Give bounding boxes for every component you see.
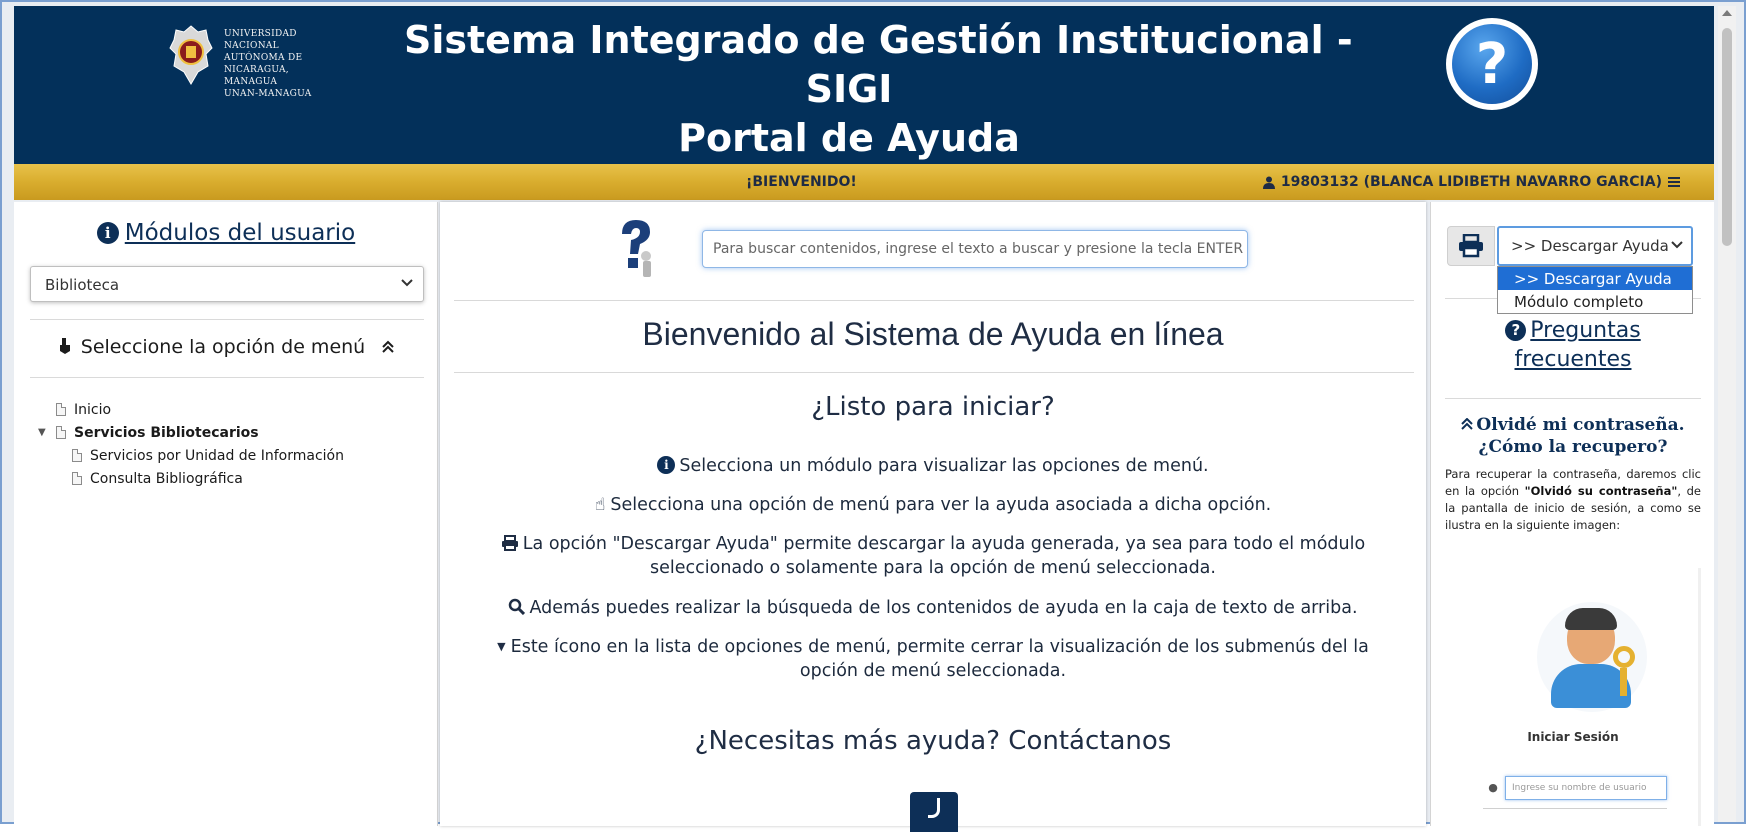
welcome-bar: ¡BIENVENIDO! 19803132 (BLANCA LIDIBETH N… — [14, 164, 1714, 200]
tree-item-label: Servicios Bibliotecarios — [74, 424, 259, 441]
instruction-item: ▼ Este ícono en la lista de opciones de m… — [470, 635, 1396, 683]
university-seal-icon — [169, 25, 213, 85]
side-panel: >> Descargar Ayuda >> Descargar Ayuda Mó… — [1430, 202, 1714, 826]
menu-heading-text: Seleccione la opción de menú — [80, 336, 366, 358]
search-input[interactable]: Para buscar contenidos, ingrese el texto… — [702, 230, 1248, 268]
welcome-heading: Bienvenido al Sistema de Ayuda en línea — [642, 316, 1224, 352]
user-menu[interactable]: 19803132 (BLANCA LIDIBETH NAVARRO GARCIA… — [1262, 174, 1680, 190]
modules-panel: i Módulos del usuario Biblioteca Seleccio… — [14, 202, 438, 826]
faq-question-title[interactable]: Olvidé mi contraseña. ¿Cómo la recupero? — [1445, 414, 1701, 458]
chevron-down-icon — [1671, 238, 1683, 250]
instruction-text: Este ícono en la lista de opciones de me… — [510, 637, 1369, 681]
title-line-1: Sistema Integrado de Gestión Institucion… — [404, 18, 1353, 62]
pointer-hand-icon: ☝ — [594, 495, 606, 515]
divider — [1445, 398, 1701, 399]
print-button[interactable] — [1447, 226, 1495, 266]
instruction-text: Además puedes realizar la búsqueda de lo… — [529, 598, 1358, 618]
divider — [30, 319, 424, 320]
login-label: Iniciar Sesión — [1527, 730, 1619, 744]
tree-item-inicio[interactable]: Inicio — [38, 398, 344, 421]
document-icon — [72, 472, 82, 485]
instruction-item: La opción "Descargar Ayuda" permite desc… — [470, 532, 1396, 580]
menu-heading: Seleccione la opción de menú — [14, 336, 438, 358]
collapse-up-icon[interactable] — [381, 340, 395, 354]
scrollbar[interactable] — [1718, 6, 1736, 822]
instruction-item: i Selecciona un módulo para visualizar la… — [470, 454, 1396, 478]
login-screenshot: Iniciar Sesión ● Ingrese su nombre de us… — [1445, 568, 1701, 826]
instruction-text: La opción "Descargar Ayuda" permite desc… — [522, 534, 1366, 578]
caret-down-icon: ▼ — [497, 640, 506, 653]
document-icon — [56, 426, 66, 439]
module-select[interactable]: Biblioteca — [30, 266, 424, 302]
info-icon: i — [96, 222, 119, 244]
chevron-down-icon — [401, 279, 413, 287]
browser-frame: UNIVERSIDAD NACIONAL AUTÓNOMA DE NICARAG… — [0, 0, 1746, 832]
faq-link[interactable]: Preguntas frecuentes — [1515, 318, 1641, 372]
divider — [454, 300, 1414, 301]
ready-heading: ¿Listo para iniciar? — [811, 392, 1055, 422]
download-select-value: >> Descargar Ayuda — [1511, 237, 1669, 255]
user-icon — [1262, 176, 1275, 189]
user-icon: ● — [1488, 781, 1498, 794]
title-line-3: Portal de Ayuda — [678, 116, 1020, 160]
modules-title: i Módulos del usuario — [14, 220, 438, 246]
pointer-hand-icon — [59, 338, 70, 354]
university-logo: UNIVERSIDAD NACIONAL AUTÓNOMA DE NICARAG… — [154, 16, 314, 99]
question-mark-icon: ? — [1452, 24, 1532, 104]
option-descargar-ayuda[interactable]: >> Descargar Ayuda — [1498, 267, 1692, 290]
divider — [454, 372, 1414, 373]
instruction-text: Selecciona una opción de menú para ver l… — [610, 495, 1272, 515]
help-content-panel: Para buscar contenidos, ingrese el texto… — [440, 202, 1426, 832]
faq-answer-bold: "Olvidó su contraseña" — [1524, 484, 1678, 498]
document-icon — [72, 449, 82, 462]
site-header: UNIVERSIDAD NACIONAL AUTÓNOMA DE NICARAG… — [14, 6, 1714, 164]
instruction-item: ☝ Selecciona una opción de menú para ver … — [470, 493, 1396, 517]
title-line-2: SIGI — [805, 67, 893, 111]
collapse-up-icon — [1461, 417, 1474, 430]
download-help-select[interactable]: >> Descargar Ayuda — [1497, 226, 1693, 266]
faq-title: ? Preguntas frecuentes — [1445, 316, 1701, 374]
tree-item-label: Servicios por Unidad de Información — [90, 447, 344, 464]
user-name: 19803132 (BLANCA LIDIBETH NAVARRO GARCIA… — [1280, 174, 1662, 190]
divider — [30, 377, 424, 378]
menu-tree: Inicio ▼ Servicios Bibliotecarios Servic… — [38, 398, 344, 490]
tree-item-servicios-bibliotecarios[interactable]: ▼ Servicios Bibliotecarios — [38, 421, 344, 444]
print-icon — [501, 535, 518, 551]
university-name: UNIVERSIDAD NACIONAL AUTÓNOMA DE NICARAG… — [224, 29, 312, 99]
download-options-list: >> Descargar Ayuda Módulo completo — [1497, 266, 1693, 314]
scroll-thumb[interactable] — [1722, 28, 1732, 246]
search-help-figure-icon — [622, 220, 651, 277]
tree-item-label: Inicio — [74, 401, 112, 418]
scroll-up-arrow-icon[interactable] — [1722, 10, 1732, 16]
hamburger-menu-icon[interactable] — [1668, 176, 1680, 188]
caret-down-icon[interactable]: ▼ — [38, 427, 46, 438]
tree-item-label: Consulta Bibliográfica — [90, 470, 243, 487]
info-icon: i — [657, 456, 676, 474]
contact-heading: ¿Necesitas más ayuda? Contáctanos — [694, 726, 1172, 756]
phone-icon[interactable] — [910, 792, 958, 832]
print-icon — [1459, 234, 1483, 258]
page-title: Sistema Integrado de Gestión Institucion… — [404, 16, 1353, 163]
faq-answer: Para recuperar la contraseña, daremos cl… — [1445, 466, 1701, 534]
username-field: Ingrese su nombre de usuario — [1505, 776, 1667, 800]
question-circle-icon: ? — [1505, 320, 1527, 341]
tree-item-servicios-unidad[interactable]: Servicios por Unidad de Información — [38, 444, 344, 467]
option-modulo-completo[interactable]: Módulo completo — [1498, 290, 1692, 313]
faq-question-text: Olvidé mi contraseña. ¿Cómo la recupero? — [1476, 415, 1685, 457]
user-avatar-icon — [1537, 602, 1647, 712]
modules-title-text[interactable]: Módulos del usuario — [125, 220, 355, 246]
module-select-value: Biblioteca — [45, 276, 120, 294]
instruction-text: Selecciona un módulo para visualizar las… — [679, 456, 1209, 476]
document-icon — [56, 403, 66, 416]
help-button[interactable]: ? — [1446, 18, 1538, 110]
password-field — [1483, 808, 1667, 826]
instruction-item: Además puedes realizar la búsqueda de lo… — [470, 596, 1396, 620]
welcome-text: ¡BIENVENIDO! — [746, 174, 857, 190]
search-icon — [509, 598, 526, 616]
tree-item-consulta-bibliografica[interactable]: Consulta Bibliográfica — [38, 467, 344, 490]
